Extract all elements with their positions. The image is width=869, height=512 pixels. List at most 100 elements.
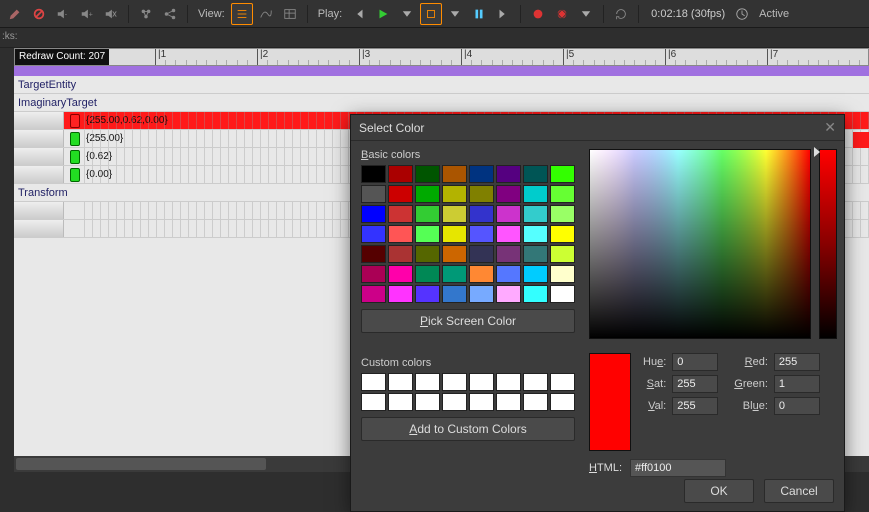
color-swatch[interactable] (523, 205, 548, 223)
custom-swatch[interactable] (388, 393, 413, 411)
timeline-ruler[interactable]: Redraw Count: 207 |1|2|3|4|5|6|7 (14, 48, 869, 66)
color-swatch[interactable] (523, 165, 548, 183)
clock-icon[interactable] (731, 3, 753, 25)
color-swatch[interactable] (523, 185, 548, 203)
color-swatch[interactable] (469, 185, 494, 203)
color-swatch[interactable] (550, 285, 575, 303)
stop-square-icon[interactable] (420, 3, 442, 25)
color-swatch[interactable] (388, 245, 413, 263)
color-swatch[interactable] (361, 225, 386, 243)
color-swatch[interactable] (496, 285, 521, 303)
color-swatch[interactable] (469, 285, 494, 303)
color-swatch[interactable] (496, 265, 521, 283)
audio-mute-icon[interactable] (100, 3, 122, 25)
audio-minus-icon[interactable]: - (52, 3, 74, 25)
color-swatch[interactable] (442, 245, 467, 263)
node-icon[interactable] (135, 3, 157, 25)
color-swatch[interactable] (523, 285, 548, 303)
color-swatch[interactable] (469, 225, 494, 243)
custom-swatch[interactable] (469, 393, 494, 411)
color-swatch[interactable] (469, 265, 494, 283)
html-input[interactable] (630, 459, 726, 477)
color-swatch[interactable] (361, 165, 386, 183)
color-swatch[interactable] (442, 165, 467, 183)
track-header-target[interactable]: TargetEntity (14, 76, 869, 94)
color-swatch[interactable] (550, 225, 575, 243)
track-header-imaginary[interactable]: ImaginaryTarget (14, 94, 869, 112)
color-swatch[interactable] (496, 185, 521, 203)
ok-button[interactable]: OK (684, 479, 754, 503)
color-swatch[interactable] (415, 165, 440, 183)
color-swatch[interactable] (388, 225, 413, 243)
add-custom-colors-button[interactable]: Add to Custom Colors (361, 417, 575, 441)
custom-swatch[interactable] (442, 393, 467, 411)
color-swatch[interactable] (550, 245, 575, 263)
color-swatch[interactable] (496, 245, 521, 263)
record-icon[interactable] (527, 3, 549, 25)
color-swatch[interactable] (442, 285, 467, 303)
blue-input[interactable] (774, 397, 820, 415)
color-swatch[interactable] (388, 265, 413, 283)
color-swatch[interactable] (388, 285, 413, 303)
color-swatch[interactable] (442, 225, 467, 243)
custom-swatch[interactable] (469, 373, 494, 391)
node2-icon[interactable] (159, 3, 181, 25)
color-swatch[interactable] (523, 245, 548, 263)
custom-swatch[interactable] (550, 393, 575, 411)
cancel-button[interactable]: Cancel (764, 479, 834, 503)
color-swatch[interactable] (550, 165, 575, 183)
color-swatch[interactable] (442, 205, 467, 223)
play-dropdown-icon[interactable] (396, 3, 418, 25)
color-swatch[interactable] (388, 165, 413, 183)
color-swatch[interactable] (523, 265, 548, 283)
pause-icon[interactable] (468, 3, 490, 25)
color-swatch[interactable] (496, 205, 521, 223)
record-dropdown-icon[interactable] (575, 3, 597, 25)
loop-icon[interactable] (610, 3, 632, 25)
custom-swatch[interactable] (361, 393, 386, 411)
close-icon[interactable]: ✕ (824, 119, 836, 136)
color-swatch[interactable] (496, 225, 521, 243)
green-input[interactable] (774, 375, 820, 393)
hue-slider[interactable] (819, 149, 837, 339)
color-swatch[interactable] (550, 205, 575, 223)
custom-swatch[interactable] (388, 373, 413, 391)
view-list-icon[interactable] (231, 3, 253, 25)
view-curve-icon[interactable] (255, 3, 277, 25)
color-swatch[interactable] (361, 285, 386, 303)
goto-end-icon[interactable] (492, 3, 514, 25)
record-key-icon[interactable] (551, 3, 573, 25)
color-swatch[interactable] (361, 245, 386, 263)
color-swatch[interactable] (442, 185, 467, 203)
color-swatch[interactable] (388, 205, 413, 223)
color-swatch[interactable] (550, 265, 575, 283)
stop-dropdown-icon[interactable] (444, 3, 466, 25)
custom-swatch[interactable] (361, 373, 386, 391)
color-swatch[interactable] (469, 165, 494, 183)
color-swatch[interactable] (361, 205, 386, 223)
custom-swatch[interactable] (415, 393, 440, 411)
red-input[interactable] (774, 353, 820, 371)
tool-pick-icon[interactable] (4, 3, 26, 25)
val-input[interactable] (672, 397, 718, 415)
custom-swatch[interactable] (550, 373, 575, 391)
dialog-titlebar[interactable]: Select Color ✕ (351, 115, 844, 141)
audio-plus-icon[interactable]: + (76, 3, 98, 25)
color-swatch[interactable] (442, 265, 467, 283)
color-swatch[interactable] (388, 185, 413, 203)
custom-swatch[interactable] (496, 373, 521, 391)
color-swatch[interactable] (415, 285, 440, 303)
custom-swatch[interactable] (415, 373, 440, 391)
color-swatch[interactable] (415, 185, 440, 203)
color-swatch[interactable] (361, 265, 386, 283)
saturation-value-picker[interactable] (589, 149, 811, 339)
tool-stop-icon[interactable] (28, 3, 50, 25)
play-icon[interactable] (372, 3, 394, 25)
color-swatch[interactable] (496, 165, 521, 183)
color-swatch[interactable] (415, 225, 440, 243)
view-sheet-icon[interactable] (279, 3, 301, 25)
color-swatch[interactable] (469, 245, 494, 263)
color-swatch[interactable] (361, 185, 386, 203)
color-swatch[interactable] (415, 265, 440, 283)
hue-input[interactable] (672, 353, 718, 371)
